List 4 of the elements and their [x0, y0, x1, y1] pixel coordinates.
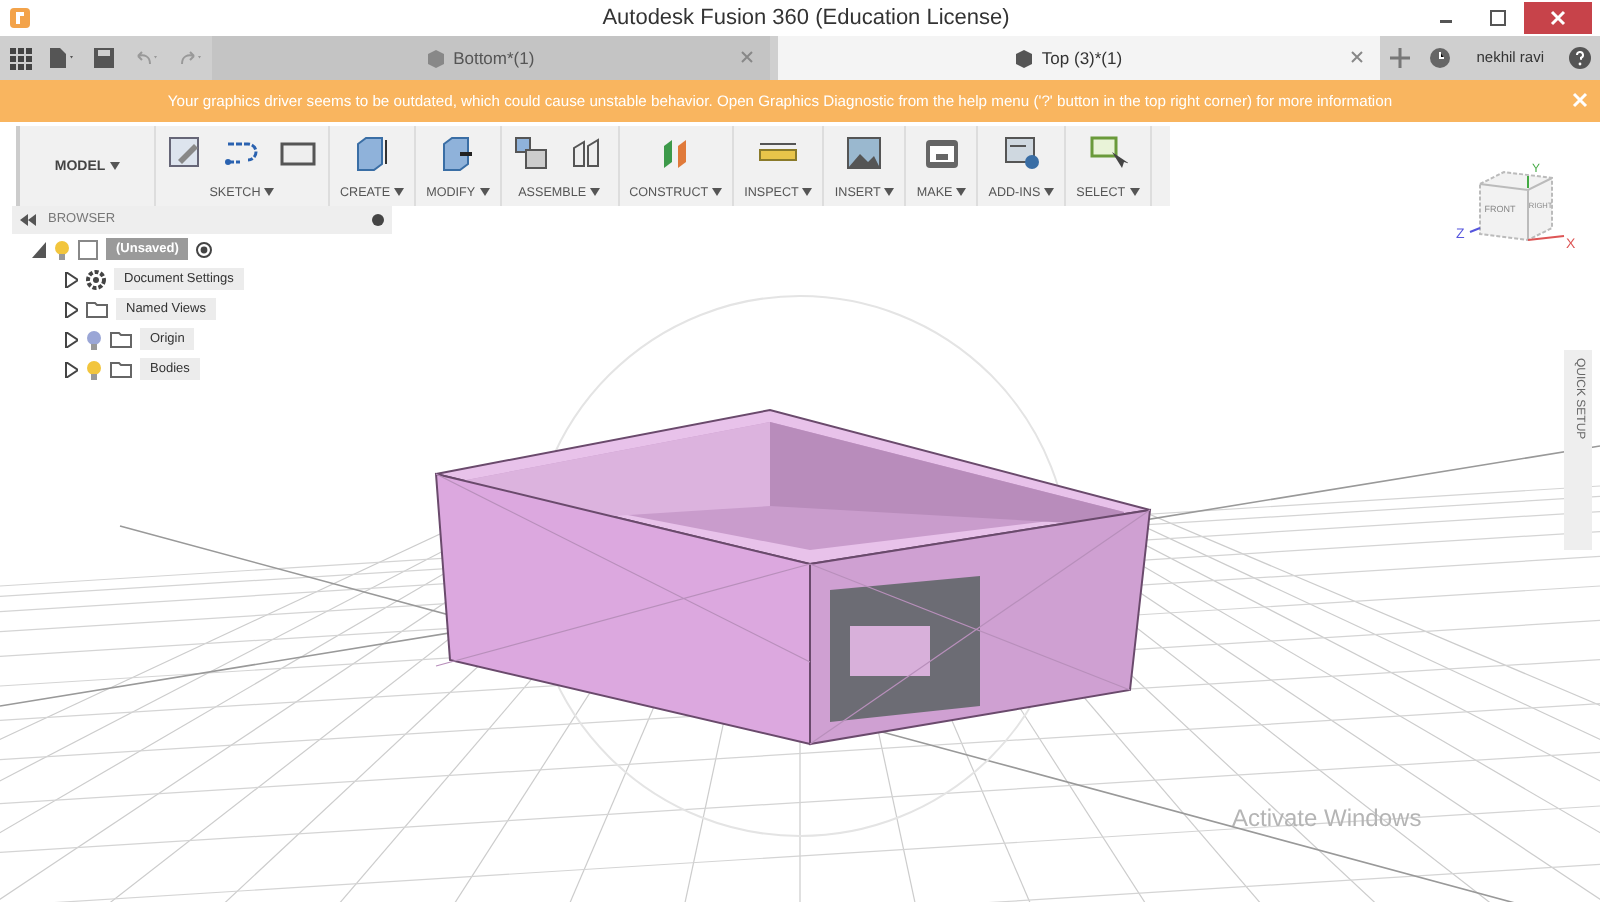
- activation-notice: Activate Windows: [1232, 802, 1422, 836]
- document-tab[interactable]: Top (3)*(1): [777, 36, 1381, 80]
- window-title: Autodesk Fusion 360 (Education License): [600, 3, 1012, 34]
- document-tab[interactable]: Bottom*(1): [212, 36, 770, 80]
